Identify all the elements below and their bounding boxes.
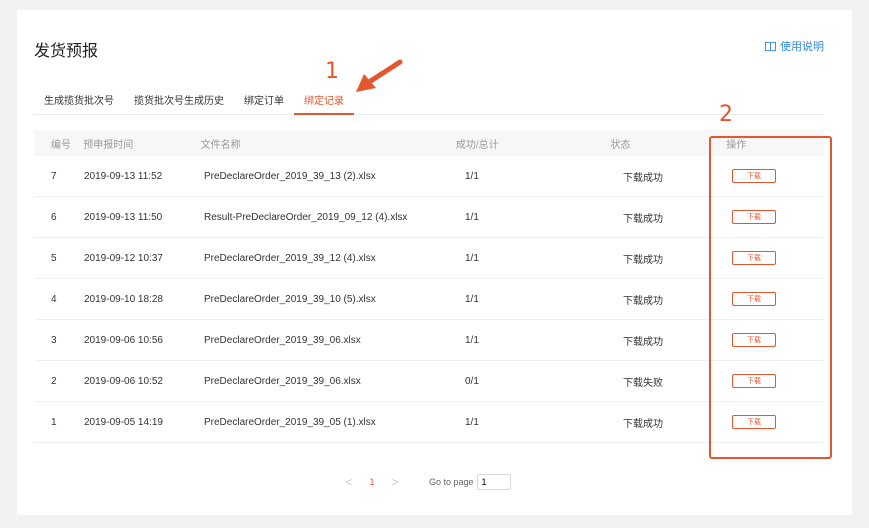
table-row: 7 2019-09-13 11:52 PreDeclareOrder_2019_39… <box>34 156 824 197</box>
cell-time: 2019-09-13 11:50 <box>84 211 163 223</box>
header-time: 预申报时间 <box>83 139 134 151</box>
tab-label: 生成揽货批次号 <box>44 95 114 107</box>
tab-label: 揽货批次号生成历史 <box>134 95 224 107</box>
pagination: < 1 > Go to page <box>335 474 511 490</box>
help-link-label: 使用说明 <box>780 41 824 53</box>
cell-ratio: 0/1 <box>465 375 479 387</box>
records-table: 编号 预申报时间 文件名称 成功/总计 状态 操作 7 2019-09-13 11… <box>34 130 824 443</box>
cell-file: PreDeclareOrder_2019_39_06.xlsx <box>204 334 361 346</box>
action-column-highlight <box>709 136 832 459</box>
header-file: 文件名称 <box>200 139 241 151</box>
annotation-arrow-icon <box>356 59 403 92</box>
table-row: 3 2019-09-06 10:56 PreDeclareOrder_2019_39… <box>34 320 824 361</box>
header-id: 编号 <box>51 139 71 151</box>
page-title: 发货预报 <box>34 43 99 60</box>
cell-ratio: 1/1 <box>465 170 479 182</box>
cell-id: 5 <box>51 252 57 264</box>
cell-id: 7 <box>51 170 57 182</box>
cell-id: 1 <box>51 416 57 428</box>
cell-time: 2019-09-06 10:52 <box>84 375 163 387</box>
prev-page-button[interactable]: < <box>335 475 363 489</box>
table-row: 1 2019-09-05 14:19 PreDeclareOrder_2019_39… <box>34 402 824 443</box>
page-number-1[interactable]: 1 <box>363 477 381 487</box>
cell-ratio: 1/1 <box>465 293 479 305</box>
annotation-number-2: 2 <box>719 102 733 127</box>
cell-id: 2 <box>51 375 57 387</box>
tab-generate-batch[interactable]: 生成揽货批次号 <box>34 84 124 114</box>
cell-ratio: 1/1 <box>465 211 479 223</box>
table-row: 2 2019-09-06 10:52 PreDeclareOrder_2019_39… <box>34 361 824 402</box>
header-status: 状态 <box>610 139 631 151</box>
cell-time: 2019-09-05 14:19 <box>84 416 163 428</box>
tab-bind-order[interactable]: 绑定订单 <box>234 84 294 114</box>
cell-ratio: 1/1 <box>465 416 479 428</box>
cell-id: 4 <box>51 293 57 305</box>
tab-bar: 生成揽货批次号 揽货批次号生成历史 绑定订单 绑定记录 <box>34 84 824 115</box>
cell-file: PreDeclareOrder_2019_39_10 (5).xlsx <box>204 293 376 305</box>
table-row: 4 2019-09-10 18:28 PreDeclareOrder_2019_39… <box>34 279 824 320</box>
cell-time: 2019-09-10 18:28 <box>84 293 163 305</box>
tab-label: 绑定订单 <box>244 95 284 107</box>
header-ratio: 成功/总计 <box>455 139 499 151</box>
cell-file: PreDeclareOrder_2019_39_12 (4).xlsx <box>204 252 376 264</box>
goto-page-input[interactable] <box>476 474 511 490</box>
cell-file: PreDeclareOrder_2019_39_05 (1).xlsx <box>204 416 376 428</box>
cell-ratio: 1/1 <box>465 252 479 264</box>
cell-time: 2019-09-06 10:56 <box>84 334 163 346</box>
cell-time: 2019-09-13 11:52 <box>84 170 163 182</box>
tab-bind-records[interactable]: 绑定记录 <box>294 84 354 115</box>
table-header: 编号 预申报时间 文件名称 成功/总计 状态 操作 <box>34 130 824 156</box>
cell-file: PreDeclareOrder_2019_39_13 (2).xlsx <box>204 170 376 182</box>
help-link[interactable]: 使用说明 <box>765 38 824 54</box>
annotation-number-1: 1 <box>325 59 339 84</box>
tab-label: 绑定记录 <box>304 95 344 107</box>
cell-ratio: 1/1 <box>465 334 479 346</box>
book-icon <box>765 41 776 51</box>
next-page-button[interactable]: > <box>381 475 409 489</box>
tab-batch-history[interactable]: 揽货批次号生成历史 <box>124 84 234 114</box>
cell-time: 2019-09-12 10:37 <box>84 252 163 264</box>
cell-file: Result-PreDeclareOrder_2019_09_12 (4).xl… <box>204 211 408 223</box>
cell-id: 3 <box>51 334 57 346</box>
table-row: 5 2019-09-12 10:37 PreDeclareOrder_2019_39… <box>34 238 824 279</box>
table-row: 6 2019-09-13 11:50 Result-PreDeclareOrder_… <box>34 197 824 238</box>
goto-label: Go to page <box>429 477 474 487</box>
cell-id: 6 <box>51 211 57 223</box>
cell-file: PreDeclareOrder_2019_39_06.xlsx <box>204 375 361 387</box>
